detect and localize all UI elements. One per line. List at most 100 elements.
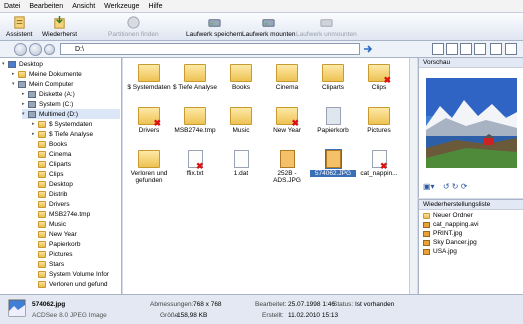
file-view-scrollbar[interactable]	[409, 58, 417, 294]
go-arrow-icon[interactable]	[362, 43, 374, 55]
view-icons-button[interactable]	[432, 43, 444, 55]
file-item[interactable]: Papierkorb	[310, 107, 356, 134]
expand-icon[interactable]: ▸	[22, 101, 27, 107]
tree-item[interactable]: ▾ Mein Computer	[12, 79, 120, 89]
image-file-icon	[324, 149, 342, 169]
file-item[interactable]: Verloren und gefunden	[126, 150, 172, 184]
file-item[interactable]: Cinema	[264, 64, 310, 91]
folder-icon	[38, 280, 46, 288]
menu-hilfe[interactable]: Hilfe	[148, 3, 162, 10]
restore-list-item[interactable]: USA.jpg	[419, 247, 523, 256]
file-item-label: Cinema	[275, 84, 299, 91]
tree-item[interactable]: ▸ Diskette (A:)	[22, 89, 120, 99]
help-button[interactable]	[505, 43, 517, 55]
laufwerk-speichern-button[interactable]: Laufwerk speichern	[186, 15, 242, 38]
folder-tree: ▾ Desktop ▸ Meine Dokumente ▾ Mein Computer ▸ D…	[0, 58, 122, 294]
back-button[interactable]	[14, 43, 27, 56]
file-item[interactable]: Cliparts	[310, 64, 356, 91]
restore-list-item[interactable]: cat_napping.avi	[419, 220, 523, 229]
tree-item[interactable]: Stars	[32, 259, 120, 269]
tree-item[interactable]: Desktop	[32, 179, 120, 189]
restore-list-item[interactable]: Sky Dancer.jpg	[419, 238, 523, 247]
file-item[interactable]: ✖ Clips	[356, 64, 402, 91]
expand-icon[interactable]: ▸	[32, 121, 37, 127]
file-item[interactable]: 252B - ADS.JPG	[264, 150, 310, 184]
preview-image	[426, 78, 517, 168]
laufwerk-mounten-button[interactable]: Laufwerk mounten	[242, 15, 295, 38]
file-item[interactable]: Pictures	[356, 107, 402, 134]
address-input[interactable]: D:\	[60, 43, 360, 55]
tree-item[interactable]: ▾ Desktop	[2, 59, 120, 69]
tree-item[interactable]: Pictures	[32, 249, 120, 259]
tree-item[interactable]: Distrib	[32, 189, 120, 199]
expand-icon[interactable]: ▾	[2, 61, 7, 67]
file-item[interactable]: ✖ New Year	[264, 107, 310, 134]
file-item[interactable]: $ Tiefe Analyse	[172, 64, 218, 91]
tree-item[interactable]: ▸ System (C:)	[22, 99, 120, 109]
folder-icon	[38, 150, 46, 158]
laufwerk-mounten-label: Laufwerk mounten	[242, 31, 296, 38]
file-item[interactable]: 574062.JPG	[310, 149, 356, 177]
partitionen-button[interactable]: Partitionen finden	[108, 15, 159, 38]
restore-item-label: USA.jpg	[433, 248, 457, 255]
tree-item[interactable]: ▸ $ Systemdaten	[32, 119, 120, 129]
file-item[interactable]: 1.dat	[218, 150, 264, 177]
tree-item[interactable]: New Year	[32, 229, 120, 239]
tree-item[interactable]: Books	[32, 139, 120, 149]
forward-button[interactable]	[29, 43, 42, 56]
drive-mount-icon	[262, 19, 275, 27]
expand-icon[interactable]: ▾	[22, 111, 27, 117]
menu-werkzeuge[interactable]: Werkzeuge	[104, 3, 139, 10]
image-tools-icon[interactable]: ▣▾	[423, 182, 435, 191]
tree-item[interactable]: System Volume Infor	[32, 269, 120, 279]
expand-icon[interactable]: ▸	[32, 131, 37, 137]
file-item-label: New Year	[273, 127, 301, 134]
tree-item[interactable]: Drivers	[32, 199, 120, 209]
tree-item[interactable]: MSB274e.tmp	[32, 209, 120, 219]
refresh-icon[interactable]: ⟳	[461, 182, 468, 191]
assistent-button[interactable]: Assistent	[6, 15, 32, 38]
tree-item[interactable]: Papierkorb	[32, 239, 120, 249]
file-item[interactable]: Music	[218, 107, 264, 134]
view-thumbnails-button[interactable]	[474, 43, 486, 55]
up-button[interactable]	[44, 44, 55, 55]
expand-icon[interactable]: ▾	[12, 81, 17, 87]
folder-icon	[276, 64, 298, 82]
file-item[interactable]: Books	[218, 64, 264, 91]
menu-bearbeiten[interactable]: Bearbeiten	[29, 3, 63, 10]
tree-item[interactable]: Cinema	[32, 149, 120, 159]
deleted-mark-icon: ✖	[379, 161, 388, 171]
file-item[interactable]: MSB274e.tmp	[172, 107, 218, 134]
tree-item[interactable]: Cliparts	[32, 159, 120, 169]
wiederherst-button[interactable]: Wiederherst	[42, 15, 77, 38]
file-item[interactable]: $ Systemdaten	[126, 64, 172, 91]
deleted-mark-icon: ✖	[383, 75, 391, 85]
laufwerk-unmounten-button[interactable]: Laufwerk unmounten	[296, 15, 357, 38]
tree-item[interactable]: Clips	[32, 169, 120, 179]
tree-item[interactable]: ▸ Meine Dokumente	[12, 69, 120, 79]
toggle-preview-button[interactable]	[490, 43, 502, 55]
folder-icon	[38, 180, 46, 188]
tree-item[interactable]: Music	[32, 219, 120, 229]
rotate-left-icon[interactable]: ↺	[443, 182, 450, 191]
restore-list-item[interactable]: PRINT.jpg	[419, 229, 523, 238]
file-item[interactable]: ✖ ffix.txt	[172, 150, 218, 177]
expand-icon[interactable]: ▸	[22, 91, 27, 97]
tree-item[interactable]: Verloren und gefund	[32, 279, 120, 289]
tree-item[interactable]: ▾ Multimed (D:)	[22, 109, 120, 119]
rotate-right-icon[interactable]: ↻	[452, 182, 459, 191]
file-item[interactable]: ✖ cat_nappin...	[356, 150, 402, 177]
tree-item[interactable]: ▸ $ Tiefe Analyse	[32, 129, 120, 139]
file-item-label: Clips	[371, 84, 387, 91]
restore-item-label: PRINT.jpg	[433, 230, 463, 237]
menu-datei[interactable]: Datei	[4, 3, 20, 10]
file-item-label: 1.dat	[233, 170, 249, 177]
view-details-button[interactable]	[460, 43, 472, 55]
folder-icon	[230, 64, 252, 82]
menu-ansicht[interactable]: Ansicht	[72, 3, 95, 10]
view-list-button[interactable]	[446, 43, 458, 55]
expand-icon[interactable]: ▸	[12, 71, 17, 77]
restore-list-item[interactable]: Neuer Ordner	[419, 211, 523, 220]
tree-item-label: Verloren und gefund	[49, 280, 108, 288]
file-item[interactable]: ✖ Drivers	[126, 107, 172, 134]
